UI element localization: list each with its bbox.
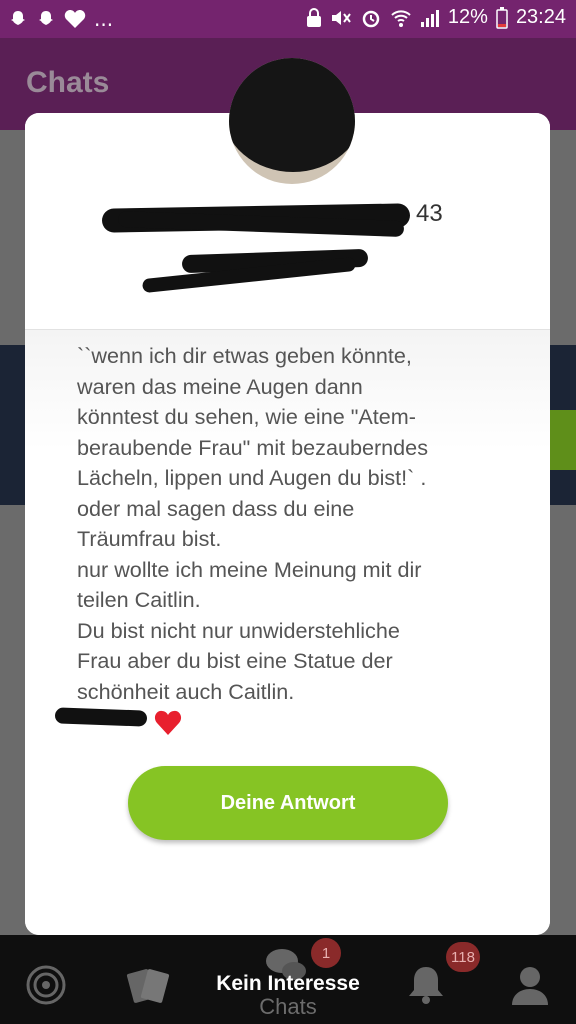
snapchat-icon bbox=[11, 11, 25, 25]
redacted-signature bbox=[54, 707, 148, 727]
alarm-icon bbox=[362, 10, 380, 27]
chat-badge: 1 bbox=[311, 938, 341, 968]
battery-icon bbox=[496, 6, 508, 29]
message-text: ``wenn ich dir etwas geben könnte, waren… bbox=[77, 343, 428, 704]
heart-icon bbox=[154, 710, 182, 735]
lock-icon bbox=[306, 7, 321, 27]
more-notifications: ... bbox=[94, 7, 114, 31]
notifications-badge: 118 bbox=[446, 942, 480, 972]
heart-icon bbox=[64, 10, 86, 28]
snapchat-icon bbox=[39, 11, 53, 25]
system-icons: 12% 23:24 bbox=[306, 6, 566, 29]
status-bar: ... 12% 23:24 bbox=[0, 0, 576, 38]
user-age: 43 bbox=[416, 200, 443, 227]
signal-icon bbox=[420, 9, 439, 27]
page-title: Chats bbox=[26, 66, 110, 99]
toast-message: Kein Interesse bbox=[216, 972, 360, 995]
reply-button[interactable]: Deine Antwort bbox=[128, 766, 448, 840]
wifi-icon bbox=[391, 9, 411, 27]
background-button bbox=[548, 410, 576, 470]
mute-icon bbox=[331, 10, 351, 25]
notification-icons: ... bbox=[8, 7, 113, 31]
battery-percent: 12% bbox=[447, 6, 488, 28]
clock: 23:24 bbox=[515, 6, 566, 28]
nav-label-chats: Chats bbox=[259, 994, 317, 1019]
avatar[interactable] bbox=[229, 58, 355, 184]
